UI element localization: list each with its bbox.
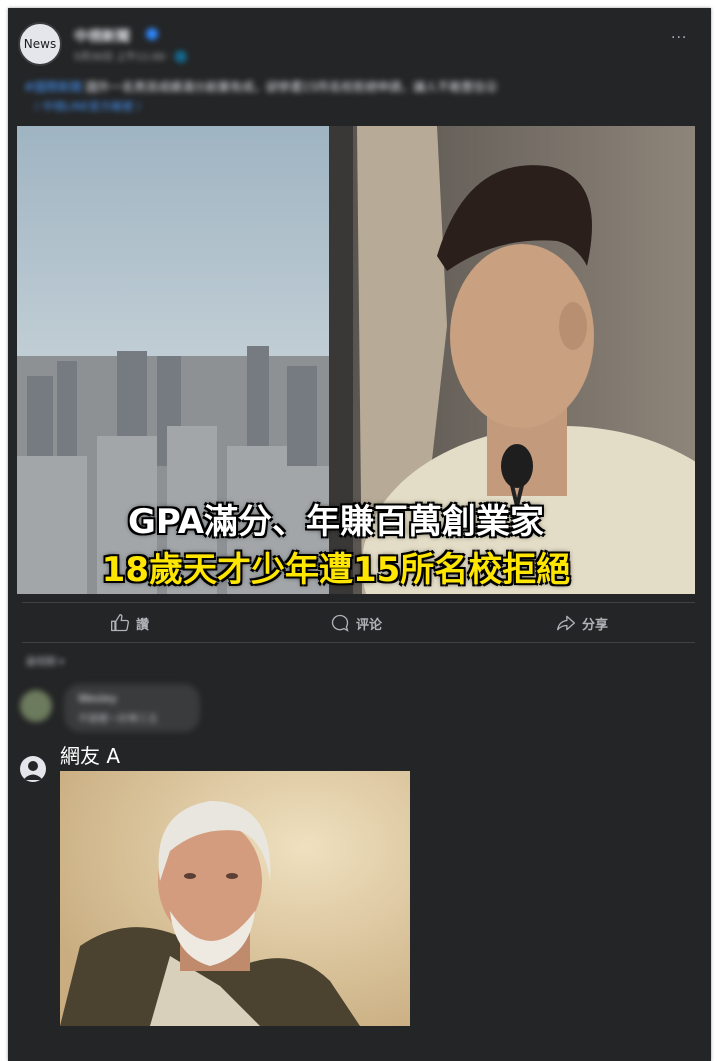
caption-hashtag[interactable]: #國際新聞 [24,80,82,94]
post-timestamp[interactable]: 5月30日 上午11:00 · 🌐 [74,48,187,63]
old-man-portrait-illustration [60,771,410,1026]
divider-top [22,602,695,603]
post-caption: #國際新聞 國外一名男孩成績滿分創業有成，卻慘遭15所名校拒絕申請，讓人不敢置信… [24,78,664,95]
comment-sort-dropdown[interactable]: 最相關 ▾ [26,653,64,668]
headline-line-2: 18歲天才少年遭15所名校拒絕 [101,550,571,590]
page-avatar[interactable]: News [18,22,62,66]
more-options-icon[interactable]: ··· [671,31,689,45]
headline-line-1: GPA滿分、年賺百萬創業家 [127,502,545,542]
thumbs-up-icon [111,614,129,632]
commenter-avatar[interactable] [20,690,52,722]
like-label: 讚 [136,617,150,633]
comment-text: 不錯喔～好棒三五 [78,714,158,725]
like-button[interactable]: 讚 [110,612,149,634]
share-button[interactable]: 分享 [556,612,608,634]
verified-badge-icon [146,28,158,40]
facebook-post: News 中視新聞 5月30日 上午11:00 · 🌐 ··· #國際新聞 國外… [8,8,711,1061]
caption-text: 國外一名男孩成績滿分創業有成，卻慘遭15所名校拒絕申請，讓人不敢置信😮 [85,80,498,94]
share-arrow-icon [557,615,575,631]
comment-button[interactable]: 评论 [330,612,382,634]
reply-author-name[interactable]: 網友 A [60,740,120,769]
page-name[interactable]: 中視新聞 [74,26,130,46]
reply-image[interactable] [60,771,410,1026]
share-label: 分享 [582,617,609,633]
commenter-name[interactable]: Wesley [78,692,117,705]
comment-item: Wesley 不錯喔～好棒三五 [20,684,710,734]
divider-bottom [22,642,695,643]
comment-label: 评论 [356,617,383,633]
user-avatar-icon[interactable] [20,756,46,782]
post-photo[interactable]: GPA滿分、年賺百萬創業家 18歲天才少年遭15所名校拒絕 [17,126,695,594]
caption-link[interactable]: （ 中視LINE官方帳號 ） [28,98,148,114]
comment-bubble-icon [331,614,349,632]
